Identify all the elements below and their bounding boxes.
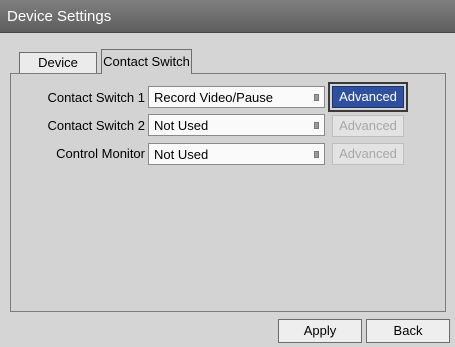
tab-device[interactable]: Device [19, 52, 97, 74]
contact-switch-2-advanced-button: Advanced [332, 115, 404, 137]
device-settings-window: Device Settings Device Contact Switch Co… [0, 0, 455, 347]
back-button[interactable]: Back [366, 319, 450, 343]
title-bar: Device Settings [0, 0, 455, 33]
control-monitor-value: Not Used [154, 147, 209, 162]
tab-contact-switch[interactable]: Contact Switch [101, 49, 192, 74]
control-monitor-label: Control Monitor [56, 146, 145, 161]
control-monitor-select[interactable]: Not Used [148, 143, 325, 165]
dropdown-icon [314, 94, 319, 101]
contact-switch-2-label: Contact Switch 2 [47, 118, 145, 133]
contact-switch-1-value: Record Video/Pause [154, 90, 274, 105]
dropdown-icon [314, 151, 319, 158]
contact-switch-panel [10, 73, 446, 312]
contact-switch-1-advanced-button[interactable]: Advanced [328, 82, 408, 112]
contact-switch-2-value: Not Used [154, 118, 209, 133]
contact-switch-2-select[interactable]: Not Used [148, 114, 325, 136]
dropdown-icon [314, 122, 319, 129]
window-title: Device Settings [7, 8, 112, 25]
contact-switch-1-label: Contact Switch 1 [47, 90, 145, 105]
apply-button[interactable]: Apply [278, 319, 362, 343]
contact-switch-1-select[interactable]: Record Video/Pause [148, 86, 325, 108]
control-monitor-advanced-button: Advanced [332, 143, 404, 165]
